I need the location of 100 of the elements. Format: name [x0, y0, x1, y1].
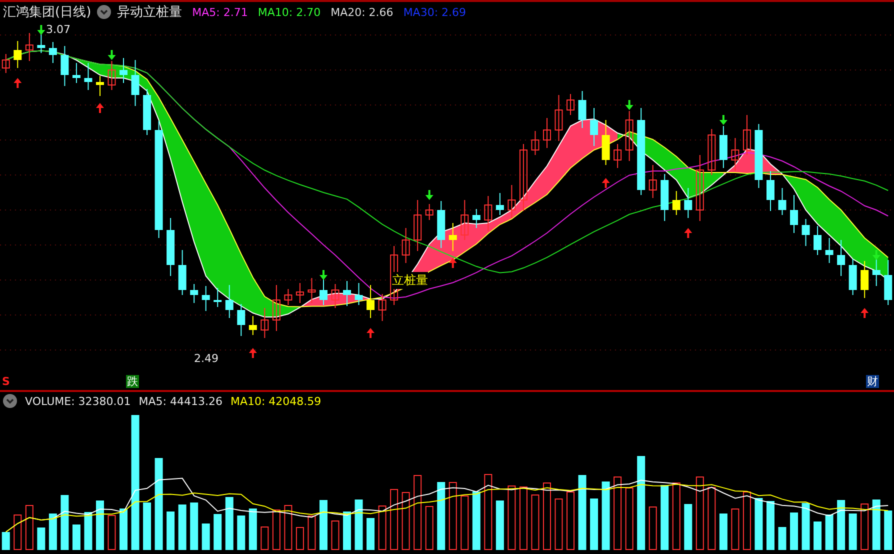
candlestick: [378, 294, 386, 322]
candlestick: [872, 258, 880, 286]
candlestick: [719, 126, 728, 168]
up-arrow-icon: [684, 228, 692, 238]
candlestick: [790, 194, 798, 234]
candlestick: [190, 284, 198, 304]
candlestick: [296, 282, 304, 304]
candlestick: [108, 60, 116, 90]
volume-value: VOLUME: 32380.01: [25, 394, 131, 408]
candlestick: [225, 284, 234, 318]
candlestick: [131, 60, 140, 106]
candlestick: [120, 58, 128, 84]
candlestick: [331, 284, 340, 308]
candlestick: [566, 94, 575, 116]
candlestick: [496, 192, 504, 216]
candlestick: [519, 144, 528, 212]
candlestick: [2, 54, 10, 74]
signal-label: 立桩量: [392, 272, 428, 289]
candlestick: [402, 228, 410, 264]
candlestick: [696, 154, 704, 222]
candlestick: [437, 200, 446, 248]
down-arrow-icon: [108, 50, 116, 60]
up-arrow-icon: [366, 328, 375, 338]
candlestick: [166, 218, 175, 276]
candlestick: [778, 188, 786, 216]
volume-ma10-value: MA10: 42048.59: [230, 394, 322, 408]
candlestick: [96, 76, 104, 96]
price-high-label: 3.07: [46, 23, 70, 36]
event-marker: S: [1, 375, 11, 388]
candlestick: [484, 196, 492, 232]
candlestick: [366, 284, 375, 318]
candlestick: [648, 164, 657, 198]
up-arrow-icon: [448, 258, 457, 268]
moving-average-value: MA30: 2.69: [403, 6, 466, 18]
candlestick: [354, 282, 363, 306]
indicator-name: 异动立桩量: [117, 4, 182, 21]
candlestick: [308, 278, 316, 304]
volume-ma5-value: MA5: 44413.26: [138, 394, 222, 408]
moving-average-value: MA20: 2.66: [330, 6, 394, 18]
candlestick: [578, 90, 586, 128]
candlestick: [84, 62, 92, 90]
candlestick: [708, 128, 716, 176]
up-arrow-icon: [602, 178, 610, 188]
up-arrow-icon: [14, 78, 22, 88]
candlestick: [248, 316, 257, 336]
candlestick: [448, 222, 457, 252]
candlestick: [766, 170, 774, 212]
candlestick: [531, 130, 540, 156]
candlestick: [178, 250, 186, 296]
candlestick: [48, 42, 57, 64]
candlestick: [754, 124, 763, 188]
candlestick: [684, 188, 692, 218]
candlestick: [460, 200, 469, 240]
down-arrow-icon: [425, 190, 434, 200]
candlestick: [343, 280, 352, 306]
candlestick: [508, 184, 516, 218]
chart-title: 汇鸿集团(日线): [3, 4, 92, 21]
up-arrow-icon: [248, 348, 257, 358]
candlestick: [825, 238, 834, 264]
candlestick: [72, 62, 80, 84]
down-arrow-icon: [37, 25, 46, 35]
moving-average-value: MA5: 2.71: [192, 6, 248, 18]
candlestick: [542, 118, 551, 148]
candlestick: [202, 286, 210, 312]
candlestick: [884, 260, 892, 306]
candlestick: [860, 260, 869, 298]
candlestick: [425, 204, 434, 220]
candlestick: [272, 284, 280, 332]
candlestick: [590, 108, 598, 146]
chevron-down-icon[interactable]: [97, 5, 112, 19]
candlestick: [625, 110, 634, 162]
candlestick: [143, 88, 152, 136]
candlestick: [672, 190, 680, 216]
down-arrow-icon: [872, 250, 880, 260]
event-marker: 财: [866, 375, 879, 388]
down-arrow-icon: [625, 100, 634, 110]
candlestick: [25, 32, 34, 62]
candlestick: [60, 46, 69, 86]
candlestick: [602, 120, 610, 166]
candlestick: [660, 174, 669, 222]
moving-average-value: MA10: 2.70: [258, 6, 321, 18]
down-arrow-icon: [319, 270, 328, 280]
down-arrow-icon: [719, 115, 728, 125]
candlestick: [214, 288, 222, 308]
candlestick: [837, 240, 846, 276]
candlestick: [802, 218, 810, 246]
candlestick: [731, 138, 740, 172]
event-marker: 跌: [126, 375, 139, 388]
price-low-label: 2.49: [194, 352, 218, 365]
candlestick: [848, 258, 857, 296]
candlestick: [742, 114, 751, 156]
candlestick: [814, 226, 822, 256]
candlestick: [554, 94, 563, 142]
up-arrow-icon: [860, 308, 869, 318]
candlestick: [614, 144, 622, 168]
candlestick: [237, 304, 246, 336]
up-arrow-icon: [96, 103, 104, 113]
candlestick: [260, 308, 269, 338]
chevron-down-icon[interactable]: [3, 394, 17, 408]
candlestick: [472, 208, 480, 228]
